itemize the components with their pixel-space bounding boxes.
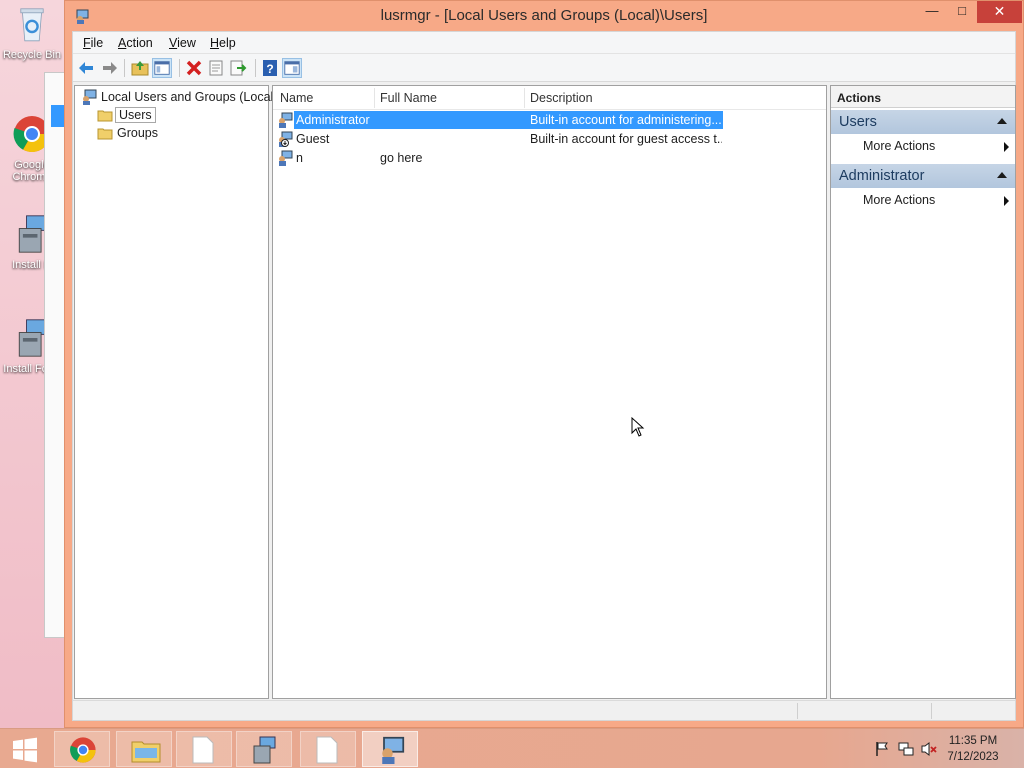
cell-description: Built-in account for administering... xyxy=(530,113,722,127)
recycle-bin-icon xyxy=(20,8,44,42)
tree-node-label: Local Users and Groups (Local) xyxy=(101,90,278,104)
network-icon[interactable] xyxy=(898,741,914,757)
table-row[interactable]: n go here xyxy=(277,149,725,167)
close-button[interactable]: ✕ xyxy=(977,1,1022,23)
cell-name: n xyxy=(296,151,303,165)
mouse-pointer-icon xyxy=(631,417,645,437)
delete-icon[interactable] xyxy=(184,58,204,78)
clock-date: 7/12/2023 xyxy=(947,751,999,763)
taskbar-chrome[interactable] xyxy=(54,731,110,767)
user-icon xyxy=(279,112,293,128)
cell-full-name: go here xyxy=(380,151,423,165)
desktop-icon-label: Recycle Bin xyxy=(2,49,62,61)
document-icon xyxy=(316,736,338,764)
cell-name: Administrator xyxy=(296,113,370,127)
folder-icon xyxy=(97,128,113,140)
clock[interactable]: 11:35 PM 7/12/2023 xyxy=(930,733,1016,765)
show-hide-action-pane-icon[interactable] xyxy=(282,58,302,78)
taskbar-installer[interactable] xyxy=(236,731,292,767)
more-actions-users[interactable]: More Actions xyxy=(831,136,1015,156)
cell-name: Guest xyxy=(296,132,330,146)
taskbar: 11:35 PM 7/12/2023 xyxy=(0,728,1024,768)
table-row[interactable]: Administrator Built-in account for admin… xyxy=(277,111,725,129)
mmc-client-area: File Action View Help ? Local Users and … xyxy=(72,31,1016,721)
chrome-icon xyxy=(70,737,96,763)
submenu-arrow-icon xyxy=(1004,196,1009,206)
column-header-name[interactable]: Name xyxy=(280,91,313,105)
tree-node-label: Users xyxy=(115,107,156,123)
menu-action[interactable]: Action xyxy=(118,36,153,50)
taskbar-document-2[interactable] xyxy=(300,731,356,767)
actions-pane: Actions Users More Actions Administrator… xyxy=(830,85,1016,699)
installer-icon xyxy=(253,736,276,764)
computer-users-icon xyxy=(83,89,97,105)
toolbar: ? xyxy=(73,54,1015,82)
action-item-label: More Actions xyxy=(863,193,936,207)
clock-time: 11:35 PM xyxy=(948,735,998,747)
window-title: lusrmgr - [Local Users and Groups (Local… xyxy=(380,7,708,24)
show-hide-tree-icon[interactable] xyxy=(152,58,172,78)
action-center-flag-icon[interactable] xyxy=(874,741,890,757)
table-row[interactable]: Guest Built-in account for guest access … xyxy=(277,130,725,148)
actions-section-users[interactable]: Users xyxy=(831,110,1015,134)
file-explorer-icon xyxy=(131,741,161,763)
status-bar xyxy=(73,700,1015,720)
actions-pane-title: Actions xyxy=(831,86,1015,108)
disabled-user-icon xyxy=(279,131,293,147)
desktop-icon-recycle-bin[interactable]: Recycle Bin xyxy=(0,4,64,61)
taskbar-lusrmgr[interactable] xyxy=(362,731,418,767)
back-icon[interactable] xyxy=(77,58,97,78)
minimize-button[interactable]: — xyxy=(917,1,947,23)
help-icon[interactable]: ? xyxy=(260,58,280,78)
actions-section-heading: Users xyxy=(839,114,877,130)
folder-icon xyxy=(97,110,113,122)
user-icon xyxy=(279,150,293,166)
tree-node-label: Groups xyxy=(117,126,158,140)
properties-icon[interactable] xyxy=(206,58,226,78)
cell-description: Built-in account for guest access t... xyxy=(530,132,722,146)
svg-text:?: ? xyxy=(266,62,273,76)
maximize-button[interactable]: □ xyxy=(947,1,977,23)
windows-logo-icon xyxy=(13,737,37,763)
actions-section-heading: Administrator xyxy=(839,168,925,184)
menu-help[interactable]: Help xyxy=(210,36,236,50)
document-icon xyxy=(192,736,214,764)
menu-view[interactable]: View xyxy=(169,36,196,50)
collapse-caret-icon[interactable] xyxy=(997,172,1007,178)
users-list-view: Name Full Name Description Administrator… xyxy=(272,85,827,699)
column-header-description[interactable]: Description xyxy=(530,91,593,105)
lusrmgr-window: lusrmgr - [Local Users and Groups (Local… xyxy=(64,0,1024,728)
menu-bar: File Action View Help xyxy=(73,32,1015,54)
more-actions-administrator[interactable]: More Actions xyxy=(831,190,1015,210)
console-tree: Local Users and Groups (Local) Users Gro… xyxy=(74,85,277,699)
action-item-label: More Actions xyxy=(863,139,936,153)
actions-section-administrator[interactable]: Administrator xyxy=(831,164,1015,188)
title-bar[interactable]: lusrmgr - [Local Users and Groups (Local… xyxy=(65,1,1023,31)
up-folder-icon[interactable] xyxy=(130,58,150,78)
submenu-arrow-icon xyxy=(1004,142,1009,152)
taskbar-file-explorer[interactable] xyxy=(116,731,172,767)
start-button[interactable] xyxy=(2,731,48,767)
users-app-icon xyxy=(382,736,405,764)
column-header-full-name[interactable]: Full Name xyxy=(380,91,437,105)
taskbar-document-1[interactable] xyxy=(176,731,232,767)
menu-file[interactable]: File xyxy=(83,36,103,50)
background-window[interactable] xyxy=(44,72,66,638)
forward-icon[interactable] xyxy=(99,58,119,78)
list-header: Name Full Name Description xyxy=(273,86,826,110)
export-list-icon[interactable] xyxy=(228,58,248,78)
collapse-caret-icon[interactable] xyxy=(997,118,1007,124)
